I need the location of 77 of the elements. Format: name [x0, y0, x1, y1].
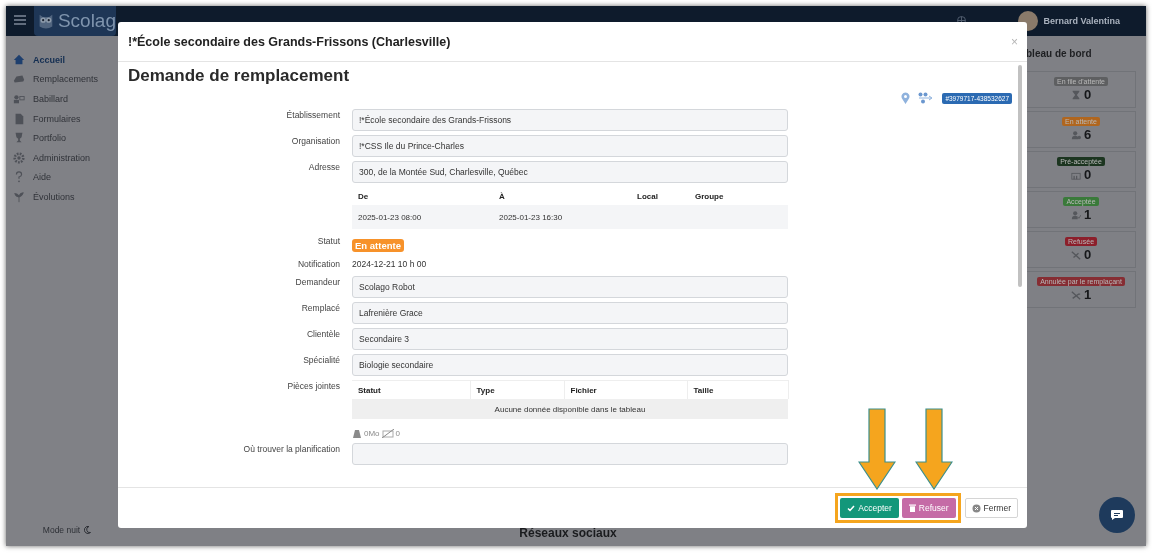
document-icon: [13, 112, 25, 125]
text-field[interactable]: Lafrenière Grace: [352, 302, 788, 324]
trash-icon: [908, 504, 916, 512]
text-field[interactable]: Secondaire 3: [352, 328, 788, 350]
table-cell: 2025-01-23 16:30: [493, 205, 631, 229]
status-count: 0: [1083, 167, 1092, 182]
status-count: 0: [1083, 247, 1092, 262]
text-field[interactable]: !*École secondaire des Grands-Frissons: [352, 109, 788, 131]
close-button[interactable]: Fermer: [964, 498, 1018, 518]
check-icon: [847, 504, 856, 512]
sidebar-item[interactable]: Administration: [6, 147, 110, 168]
status-count: 1: [1083, 207, 1092, 222]
sidebar-item[interactable]: Portfolio: [6, 128, 110, 148]
status-icon: [1070, 289, 1081, 300]
scrollbar-thumb[interactable]: [1018, 65, 1022, 287]
field-label: Remplacé: [300, 302, 340, 315]
status-count: 6: [1083, 127, 1092, 142]
user-name[interactable]: Bernard Valentina: [1043, 16, 1120, 26]
dashboard-title: bleau de bord: [1026, 48, 1093, 59]
moon-icon: [84, 526, 92, 534]
gear-icon: [13, 151, 25, 164]
attachment-size: 0Mo: [364, 428, 380, 438]
field-label: Statut: [316, 235, 340, 248]
sidebar-item[interactable]: Évolutions: [6, 187, 110, 207]
column-header: Local: [631, 187, 689, 205]
status-icon: [1070, 89, 1081, 100]
text-field[interactable]: !*CSS Ile du Prince-Charles: [352, 135, 788, 157]
chat-icon: [1110, 509, 1124, 521]
sprout-icon: [13, 190, 25, 203]
sidebar-item[interactable]: Aide: [6, 167, 110, 188]
field-label: Notification: [296, 258, 340, 269]
form-heading: Demande de remplacement: [128, 66, 351, 87]
menu-icon[interactable]: [14, 15, 26, 25]
column-header: Groupe: [689, 187, 788, 205]
close-icon: [971, 503, 981, 513]
help-icon: [13, 171, 25, 184]
field-label: Demandeur: [294, 276, 340, 289]
field-label: Clientèle: [305, 328, 340, 341]
sidebar-item[interactable]: Remplacements: [6, 69, 110, 90]
logo[interactable]: Scolag: [34, 6, 116, 36]
night-mode-toggle[interactable]: Mode nuit: [42, 525, 81, 535]
workflow-icon[interactable]: [918, 92, 935, 104]
field-label: Où trouver la planification: [242, 443, 340, 456]
column-header: À: [493, 187, 631, 205]
field-label: Spécialité: [302, 354, 340, 367]
status-icon: [1070, 129, 1081, 140]
column-header: De: [352, 187, 493, 205]
no-file-icon: [381, 428, 394, 438]
field-label: Pièces jointes: [286, 380, 340, 393]
section-title: Réseaux sociaux: [519, 526, 617, 540]
text-field[interactable]: 300, de la Montée Sud, Charlesville, Québec: [352, 161, 788, 183]
field-label: Organisation: [290, 135, 340, 148]
empty-table-message: Aucune donnée disponible dans le tableau: [352, 399, 788, 419]
accept-button[interactable]: Accepter: [840, 498, 899, 518]
text-field[interactable]: [352, 443, 788, 465]
status-badge: En attente: [352, 239, 404, 252]
sidebar-item[interactable]: Accueil: [6, 50, 110, 70]
field-label: Adresse: [307, 161, 340, 174]
status-icon: [1070, 209, 1081, 220]
dialog-title: !*École secondaire des Grands-Frissons (Charlesville): [128, 34, 451, 49]
refuse-button[interactable]: Refuser: [901, 498, 956, 518]
text-field[interactable]: Scolago Robot: [352, 276, 788, 298]
board-icon: [13, 93, 25, 105]
weight-icon: [352, 428, 362, 438]
table-cell: 2025-01-23 08:00: [352, 205, 493, 229]
trophy-icon: [13, 132, 25, 145]
sidebar-item[interactable]: Babillard: [6, 89, 110, 109]
status-count: 0: [1083, 87, 1092, 102]
house-icon: [13, 53, 25, 66]
field-label: Établissement: [285, 109, 340, 122]
status-count: 1: [1083, 287, 1092, 302]
location-pin-icon[interactable]: [901, 92, 911, 104]
status-icon: [1070, 249, 1081, 260]
notification-date: 2024-12-21 10 h 00: [352, 258, 428, 269]
sidebar-item[interactable]: Formulaires: [6, 108, 110, 129]
text-field[interactable]: Biologie secondaire: [352, 354, 788, 376]
attachment-count: 0: [395, 428, 400, 438]
